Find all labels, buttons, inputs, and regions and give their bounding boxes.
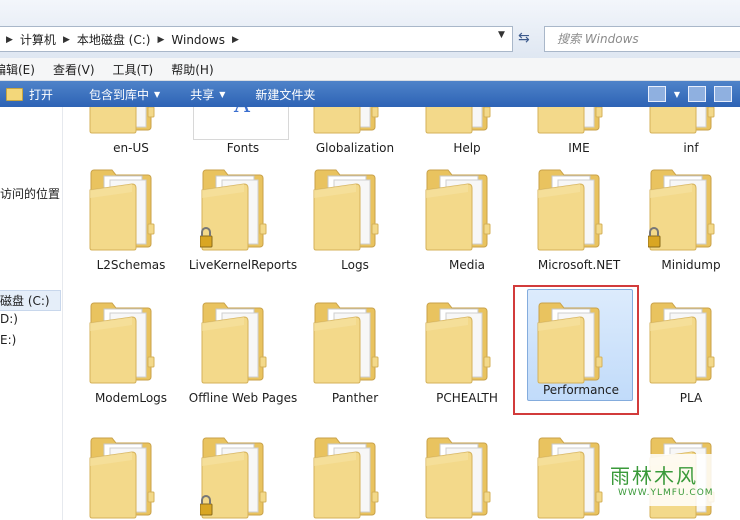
chevron-right-icon[interactable]: ▶ (153, 35, 168, 45)
include-in-library-label: 包含到库中 (89, 87, 150, 102)
folder-item[interactable]: IME (515, 107, 627, 157)
new-folder-label: 新建文件夹 (255, 87, 316, 102)
navigation-pane: 访问的位置 磁盘 (C:) D:) E:) (0, 107, 62, 520)
menu-help[interactable]: 帮助(H) (163, 61, 221, 78)
menu-edit[interactable]: 编辑(E) (0, 61, 43, 78)
menu-tools[interactable]: 工具(T) (105, 61, 162, 78)
folder-icon (649, 107, 715, 134)
folder-icon (537, 169, 603, 251)
folder-icon (200, 437, 267, 519)
folder-label: Media (448, 258, 486, 272)
folder-icon (89, 107, 155, 134)
chevron-right-icon[interactable]: ▶ (59, 35, 74, 45)
folder-icon (537, 437, 603, 519)
folder-item[interactable] (67, 422, 179, 520)
folder-item[interactable]: en-US (67, 107, 179, 157)
folder-icon (89, 437, 155, 519)
folder-label: Logs (341, 258, 369, 272)
folder-icon (313, 302, 379, 384)
folder-item[interactable] (291, 422, 403, 520)
new-folder-button[interactable]: 新建文件夹 (237, 81, 327, 107)
folder-label: Panther (331, 391, 379, 405)
folder-item[interactable]: Logs (291, 154, 403, 274)
folder-icon (425, 169, 491, 251)
breadcrumb-windows[interactable]: Windows (168, 33, 228, 47)
folder-item[interactable]: Minidump (627, 154, 739, 274)
folder-label: Microsoft.NET (537, 258, 621, 272)
chevron-down-icon: ▼ (219, 89, 226, 99)
address-bar[interactable]: ▶ 计算机 ▶ 本地磁盘 (C:) ▶ Windows ▶ (0, 26, 513, 52)
breadcrumb-computer[interactable]: 计算机 (17, 31, 59, 48)
folder-item[interactable]: Help (403, 107, 515, 157)
folder-icon (425, 437, 491, 519)
folder-item[interactable] (403, 422, 515, 520)
folder-icon (313, 169, 379, 251)
folder-label: ModemLogs (94, 391, 168, 405)
help-icon[interactable] (714, 86, 732, 102)
chevron-down-icon[interactable]: ▼ (674, 90, 680, 99)
folder-item[interactable]: L2Schemas (67, 154, 179, 274)
folder-icon (201, 302, 267, 384)
folder-icon (649, 302, 715, 384)
folder-icon (89, 169, 155, 251)
folder-item[interactable]: Media (403, 154, 515, 274)
folder-label: PLA (679, 391, 703, 405)
open-label: 打开 (29, 87, 54, 102)
folder-item[interactable]: ModemLogs (67, 287, 179, 407)
annotation-highlight-box (513, 285, 639, 415)
nav-drive-e[interactable]: E:) (0, 333, 16, 347)
menu-bar: 编辑(E) 查看(V) 工具(T) 帮助(H) (0, 58, 740, 81)
chevron-right-icon[interactable]: ▶ (2, 35, 17, 45)
refresh-icon[interactable]: ⇆ (518, 30, 530, 46)
include-in-library-button[interactable]: 包含到库中 ▼ (65, 81, 172, 107)
open-folder-icon (6, 87, 23, 101)
folder-item[interactable]: Offline Web Pages (179, 287, 297, 407)
folder-icon (89, 302, 155, 384)
folder-item[interactable]: LiveKernelReports (179, 154, 297, 274)
command-bar: 打开 包含到库中 ▼ 共享 ▼ 新建文件夹 ▼ (0, 81, 740, 107)
folder-icon (425, 302, 491, 384)
folder-item[interactable]: Microsoft.NET (515, 154, 627, 274)
folder-icon (537, 107, 603, 134)
share-button[interactable]: 共享 ▼ (172, 81, 237, 107)
menu-view[interactable]: 查看(V) (45, 61, 103, 78)
preview-pane-icon[interactable] (688, 86, 706, 102)
folder-label: Minidump (661, 258, 721, 272)
search-box[interactable] (544, 26, 740, 52)
nav-drive-d[interactable]: D:) (0, 312, 18, 326)
folder-icon (425, 107, 491, 134)
chevron-right-icon[interactable]: ▶ (228, 35, 243, 45)
folder-item[interactable]: Globalization (291, 107, 403, 157)
chevron-down-icon[interactable]: ▼ (498, 30, 505, 40)
address-bar-area: ▶ 计算机 ▶ 本地磁盘 (C:) ▶ Windows ▶ ▼ ⇆ (0, 0, 740, 58)
folder-label: LiveKernelReports (188, 258, 298, 272)
nav-recent-places[interactable]: 访问的位置 (0, 185, 60, 202)
folder-icon (313, 107, 379, 134)
folder-item[interactable]: PLA (627, 287, 739, 407)
folder-icon (313, 437, 379, 519)
folder-item[interactable] (179, 422, 291, 520)
folder-item[interactable]: Panther (291, 287, 403, 407)
watermark-text: 雨林木风 (610, 464, 698, 488)
chevron-down-icon: ▼ (154, 89, 161, 99)
open-button[interactable]: 打开 (0, 81, 65, 107)
breadcrumb: ▶ 计算机 ▶ 本地磁盘 (C:) ▶ Windows ▶ (2, 31, 243, 48)
watermark-logo: 雨林木风 WWW.YLMFU.COM (604, 454, 728, 506)
change-view-icon[interactable] (647, 86, 666, 102)
folder-label: L2Schemas (96, 258, 166, 272)
view-controls: ▼ (647, 86, 732, 102)
folder-icon (648, 169, 715, 251)
folder-label: Offline Web Pages (188, 391, 298, 405)
share-label: 共享 (190, 87, 215, 102)
search-input[interactable] (555, 31, 739, 47)
folder-item[interactable]: PCHEALTH (403, 287, 515, 407)
nav-drive-c[interactable]: 磁盘 (C:) (0, 290, 61, 311)
folder-item[interactable]: Fonts (179, 107, 291, 157)
folder-icon (200, 169, 267, 251)
folder-label: PCHEALTH (436, 391, 498, 405)
watermark-url: WWW.YLMFU.COM (618, 488, 714, 498)
breadcrumb-drive-c[interactable]: 本地磁盘 (C:) (74, 31, 154, 48)
folder-item[interactable]: inf (627, 107, 739, 157)
